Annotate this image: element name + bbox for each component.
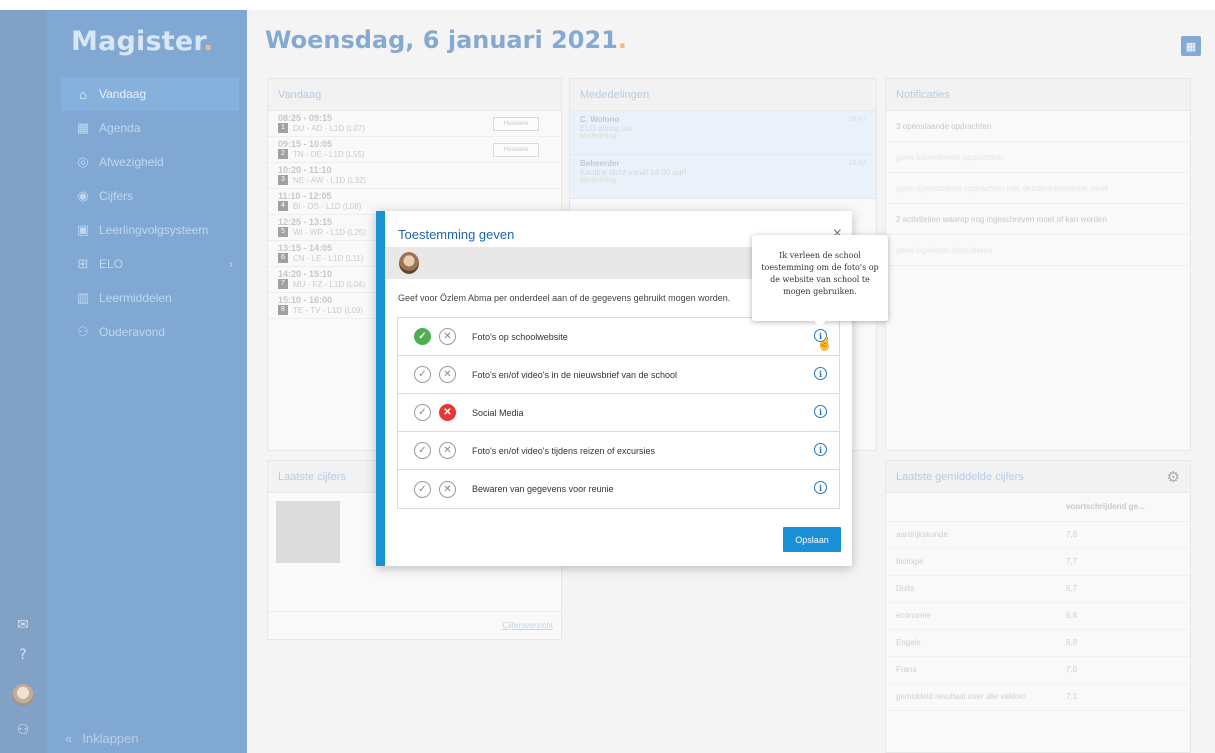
avatar — [399, 252, 419, 274]
hand-cursor-icon: ☝ — [816, 336, 833, 351]
deny-x-icon[interactable]: ✕ — [439, 366, 456, 383]
consent-label: Bewaren van gegevens voor reunie — [472, 484, 614, 494]
consent-label: Foto's op schoolwebsite — [472, 331, 568, 342]
allow-check-icon[interactable]: ✓ — [414, 404, 431, 421]
deny-x-icon[interactable]: ✕ — [439, 404, 456, 421]
allow-check-icon[interactable]: ✓ — [414, 480, 431, 498]
deny-x-icon[interactable]: ✕ — [439, 442, 456, 459]
window-notch — [455, 0, 493, 10]
allow-check-icon[interactable]: ✓ — [414, 442, 431, 459]
info-tooltip: Ik verleen de school toestemming om de f… — [752, 235, 888, 327]
consent-list: ✓ ✕ Foto's op schoolwebsite i ☝ ✓ ✕ Foto's en/o… — [397, 317, 840, 509]
info-icon[interactable]: i — [814, 367, 827, 380]
consent-label: Foto's en/of video's in de nieuwsbrief v… — [472, 369, 678, 380]
allow-check-icon[interactable]: ✓ — [414, 366, 431, 383]
consent-row: ✓ ✕ Social Media i — [398, 394, 839, 432]
info-icon[interactable]: i — [814, 443, 827, 456]
consent-row: ✓ ✕ Foto's en/of video's tijdens reizen of… — [398, 432, 839, 470]
deny-x-icon[interactable]: ✕ — [439, 328, 456, 345]
save-button[interactable]: Opslaan — [783, 527, 841, 552]
consent-row: ✓ ✕ Foto's en/of video's in de nieuwsbrief… — [398, 356, 839, 394]
info-icon[interactable]: i — [814, 405, 827, 418]
dialog-title: Toestemming geven — [398, 227, 515, 242]
consent-label: Foto's en/of video's tijdens reizen of e… — [472, 445, 656, 456]
dialog-description: Geef voor Özlem Abma per onderdeel aan o… — [398, 293, 731, 303]
consent-row: ✓ ✕ Bewaren van gegevens voor reunie i — [398, 470, 839, 508]
consent-row: ✓ ✕ Foto's op schoolwebsite i ☝ — [398, 318, 839, 356]
allow-check-icon[interactable]: ✓ — [414, 328, 431, 345]
info-icon[interactable]: i — [814, 481, 827, 494]
deny-x-icon[interactable]: ✕ — [439, 480, 456, 498]
consent-label: Social Media — [472, 407, 524, 418]
